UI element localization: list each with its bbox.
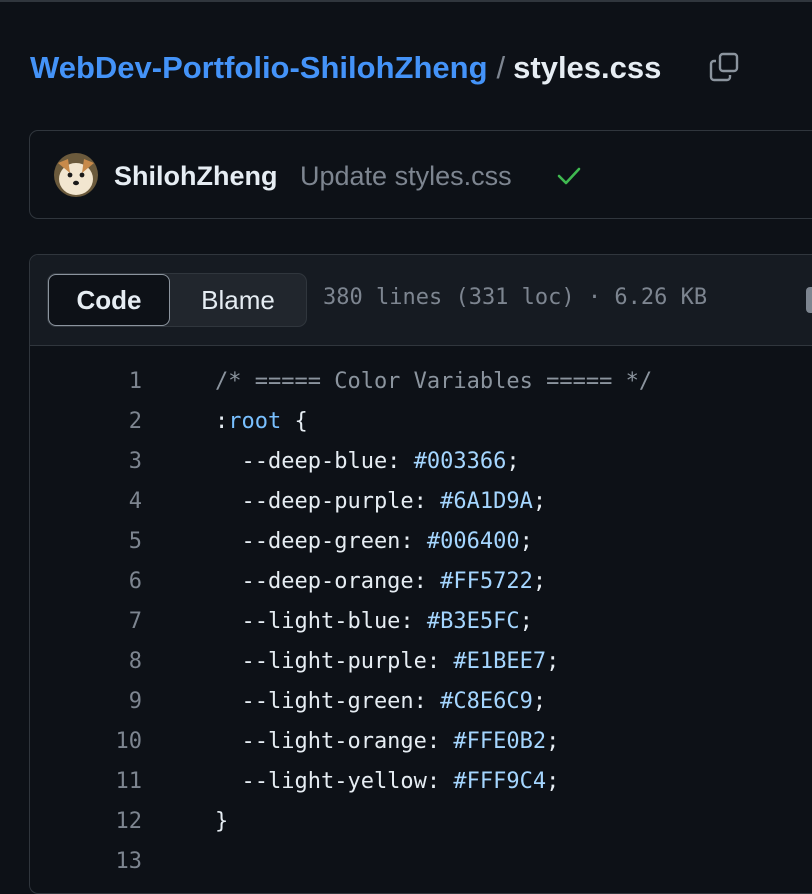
code-token: ; (532, 689, 547, 714)
code-token: --deep-green: (215, 529, 427, 554)
code-token: } (215, 809, 229, 834)
line-number[interactable]: 3 (30, 442, 142, 482)
view-toggle: Code Blame (47, 273, 307, 327)
code-token: ; (532, 489, 547, 514)
line-number[interactable]: 4 (30, 482, 142, 522)
line-number[interactable]: 6 (30, 562, 142, 602)
code-line: 9 --light-green: #C8E6C9; (30, 682, 812, 722)
code-line: 6 --deep-orange: #FF5722; (30, 562, 812, 602)
line-content: --light-orange: #FFE0B2; (215, 722, 559, 762)
code-line: 8 --light-purple: #E1BEE7; (30, 642, 812, 682)
code-token: #E1BEE7 (453, 649, 547, 674)
code-line: 11 --light-yellow: #FFF9C4; (30, 762, 812, 802)
commit-author[interactable]: ShilohZheng (114, 161, 277, 192)
tab-blame[interactable]: Blame (170, 274, 306, 326)
code-line: 13 (30, 842, 812, 882)
top-divider (0, 0, 812, 2)
line-number[interactable]: 11 (30, 762, 143, 802)
line-content: --deep-purple: #6A1D9A; (215, 482, 546, 522)
code-line: 1 /* ===== Color Variables ===== */ (30, 362, 812, 402)
copy-path-button[interactable] (706, 50, 742, 84)
line-content: --light-blue: #B3E5FC; (215, 602, 533, 642)
line-content: :root { (215, 402, 308, 442)
symbols-icon[interactable] (806, 287, 812, 313)
line-content: --light-yellow: #FFF9C4; (215, 762, 559, 802)
line-number[interactable]: 1 (30, 362, 142, 402)
code-token: --light-blue: (215, 609, 427, 634)
code-token: : (215, 409, 229, 434)
file-stats: 380 lines (331 loc) · 6.26 KB (323, 285, 708, 310)
code-token: #6A1D9A (440, 489, 533, 514)
code-token: #FF5722 (440, 569, 533, 594)
file-viewer: Code Blame 380 lines (331 loc) · 6.26 KB… (29, 254, 812, 894)
code-token: --light-yellow: (215, 769, 454, 794)
code-token: --light-green: (215, 689, 441, 714)
file-name: styles.css (513, 50, 662, 85)
code-token: --deep-blue: (215, 449, 414, 474)
tab-code[interactable]: Code (48, 274, 170, 326)
code-token: /* ===== Color Variables ===== */ (215, 369, 653, 394)
check-icon (557, 167, 581, 185)
code-token: --deep-orange: (215, 569, 441, 594)
code-line: 12} (30, 802, 812, 842)
line-number[interactable]: 8 (30, 642, 142, 682)
avatar[interactable] (54, 153, 98, 197)
code-token: root (228, 409, 282, 434)
code-token: #003366 (413, 449, 507, 474)
breadcrumb: WebDev-Portfolio-ShilohZheng / styles.cs… (30, 46, 661, 90)
line-content: } (215, 802, 228, 842)
code-line: 4 --deep-purple: #6A1D9A; (30, 482, 812, 522)
code-token: --light-orange: (215, 729, 454, 754)
line-number[interactable]: 10 (30, 722, 143, 762)
copy-icon (709, 52, 739, 82)
line-content: --deep-green: #006400; (215, 522, 533, 562)
code-token: ; (546, 649, 560, 674)
code-token: ; (532, 569, 547, 594)
code-line: 2:root { (30, 402, 812, 442)
code-token: ; (546, 729, 560, 754)
line-content: --deep-orange: #FF5722; (215, 562, 546, 602)
code-token: { (281, 409, 308, 434)
line-number[interactable]: 12 (30, 802, 143, 842)
line-number[interactable]: 5 (30, 522, 142, 562)
line-number[interactable]: 13 (30, 842, 143, 882)
code-token: ; (546, 769, 560, 794)
file-header: Code Blame 380 lines (331 loc) · 6.26 KB (30, 255, 812, 346)
line-number[interactable]: 2 (30, 402, 142, 442)
line-content: --deep-blue: #003366; (215, 442, 520, 482)
code-token: --deep-purple: (215, 489, 441, 514)
code-line: 3 --deep-blue: #003366; (30, 442, 812, 482)
code-line: 10 --light-orange: #FFE0B2; (30, 722, 812, 762)
line-number[interactable]: 7 (30, 602, 142, 642)
code-token: #006400 (426, 529, 520, 554)
latest-commit: ShilohZheng Update styles.css (29, 130, 812, 219)
line-content: --light-green: #C8E6C9; (215, 682, 546, 722)
line-content: /* ===== Color Variables ===== */ (215, 362, 652, 402)
code-token: ; (519, 529, 533, 554)
code-token: #C8E6C9 (440, 689, 533, 714)
line-number[interactable]: 9 (30, 682, 142, 722)
code-token: #B3E5FC (426, 609, 520, 634)
repo-link[interactable]: WebDev-Portfolio-ShilohZheng (30, 50, 488, 86)
code-token: #FFE0B2 (453, 729, 547, 754)
code-token: #FFF9C4 (453, 769, 547, 794)
code-line: 7 --light-blue: #B3E5FC; (30, 602, 812, 642)
line-content: --light-purple: #E1BEE7; (215, 642, 559, 682)
code-token: ; (519, 609, 533, 634)
code-token: --light-purple: (215, 649, 454, 674)
code-token: ; (506, 449, 520, 474)
commit-message[interactable]: Update styles.css (300, 161, 512, 192)
breadcrumb-separator: / (496, 50, 506, 85)
code-line: 5 --deep-green: #006400; (30, 522, 812, 562)
